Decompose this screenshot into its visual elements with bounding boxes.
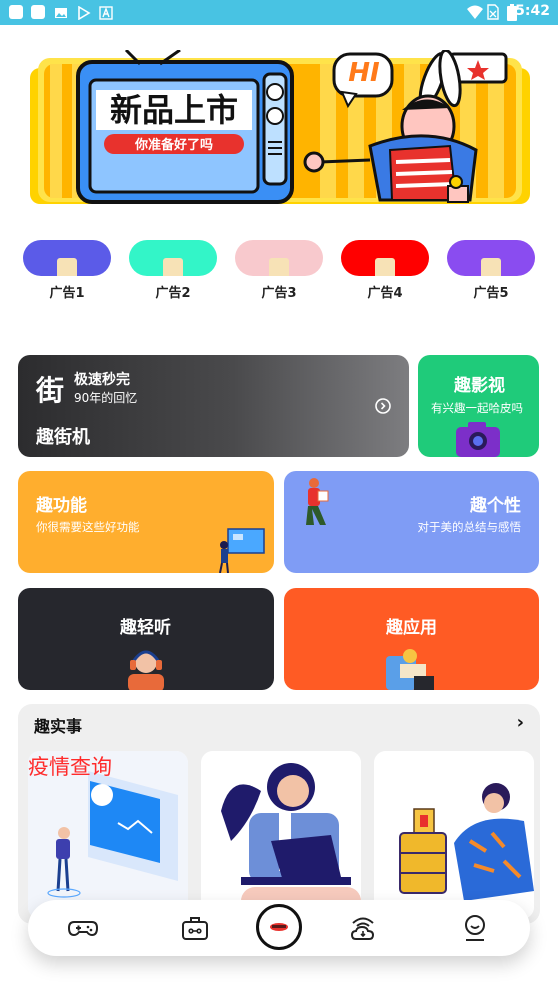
play-store-icon [77,5,91,21]
card-video[interactable]: 趣影视 有兴趣一起哈皮吗 [418,355,539,457]
card-arcade[interactable]: 街 极速秒完 90年的回忆 趣街机 [18,355,409,457]
cloud-signal-icon[interactable] [348,913,378,943]
ad-item-3[interactable]: 广告3 [235,240,323,301]
center-logo-icon[interactable] [256,904,302,950]
news-card-2[interactable] [201,751,361,919]
bottom-nav [28,900,530,956]
arcade-memory: 90年的回忆 [74,391,138,405]
banner-tagline: 你准备好了吗 [134,138,213,153]
card-personality[interactable]: 趣个性 对于美的总结与感悟 [284,471,539,573]
arrow-right-circle-icon[interactable] [375,398,391,418]
headphones-illustration-icon [122,646,170,690]
ad-label: 广告4 [367,286,403,301]
banner-tagline-pill: 你准备好了吗 [104,134,244,154]
ad-pill [23,240,111,276]
profile-icon[interactable] [460,913,490,943]
square-icon [31,5,45,19]
video-title: 趣影视 [454,376,505,396]
no-sim-icon [487,4,499,24]
banner-headline: 新品上市 [109,91,238,129]
presentation-illustration-icon [216,525,268,573]
camera-icon [454,419,502,457]
news-overlay-text: 疫情查询 [28,755,112,779]
news-title: 趣实事 [34,717,83,736]
ad-glyph-icon [163,258,183,276]
features-sub: 你很需要这些好功能 [36,520,140,534]
video-sub: 有兴趣一起哈皮吗 [431,401,523,415]
laptop-worker-illustration-icon [201,751,361,919]
gamepad-icon[interactable] [67,913,99,943]
ad-pill [235,240,323,276]
ad-item-1[interactable]: 广告1 [23,240,111,301]
news-card-3[interactable] [374,751,534,919]
news-card-1[interactable]: 疫情查询 [28,751,188,919]
banner-headline-box: 新品上市 [96,90,252,130]
ad-glyph-icon [57,258,77,276]
a-icon [99,5,113,20]
ad-label: 广告5 [473,286,509,301]
clock: 5:42 [515,3,550,19]
ad-item-2[interactable]: 广告2 [129,240,217,301]
card-features[interactable]: 趣功能 你很需要这些好功能 [18,471,274,573]
image-icon [54,5,68,19]
toolbox-icon[interactable] [180,913,210,943]
personality-sub: 对于美的总结与感悟 [417,520,522,534]
personality-title: 趣个性 [470,496,521,516]
listen-title: 趣轻听 [120,618,171,638]
reading-illustration-icon [384,646,438,690]
chevron-right-icon[interactable]: › [517,712,524,733]
ad-glyph-icon [375,258,395,276]
ad-label: 广告1 [49,286,85,301]
square-icon [9,5,23,19]
card-listen[interactable]: 趣轻听 [18,588,274,690]
arcade-speed: 极速秒完 [74,372,130,388]
ad-pill [341,240,429,276]
home-desk-illustration-icon [374,751,534,919]
news-section: 趣实事 › 疫情查询 [18,704,540,924]
ad-label: 广告2 [155,286,191,301]
card-apps[interactable]: 趣应用 [284,588,539,690]
ad-label: 广告3 [261,286,297,301]
status-bar: 5:42 [0,0,558,25]
ad-item-5[interactable]: 广告5 [447,240,535,301]
apps-title: 趣应用 [386,618,437,638]
ad-pill [129,240,217,276]
arcade-glyph: 街 [36,374,65,407]
features-title: 趣功能 [36,496,87,516]
promo-banner[interactable]: 新品上市 你准备好了吗 HI [30,48,530,208]
banner-bubble-text: HI [348,58,380,88]
wifi-icon [466,4,484,24]
ad-glyph-icon [481,258,501,276]
arcade-title: 趣街机 [36,427,90,448]
ad-pill [447,240,535,276]
person-illustration-icon [300,475,344,535]
ad-glyph-icon [269,258,289,276]
ad-item-4[interactable]: 广告4 [341,240,429,301]
